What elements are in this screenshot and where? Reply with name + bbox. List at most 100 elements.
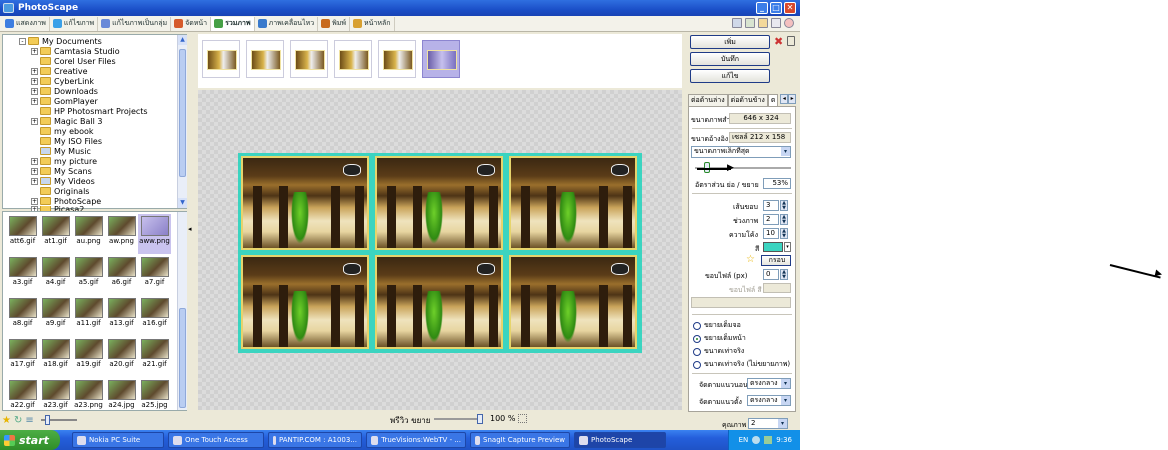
dropdown-arrow-icon[interactable]: ▾ (781, 147, 790, 156)
tab-left-arrow-icon[interactable]: ◂ (780, 94, 789, 104)
edit-button[interactable]: แก้ไข (690, 69, 770, 83)
color-dropdown-arrow-icon[interactable]: ▾ (784, 242, 791, 252)
zoom-slider[interactable] (434, 418, 482, 420)
size-mode-select[interactable]: ขนาดภาพเล็กที่สุด ▾ (691, 146, 791, 158)
strip-thumbnail[interactable] (334, 40, 372, 78)
curve-spinner[interactable]: ▲ ▼ (780, 228, 788, 239)
fit-icon[interactable] (518, 414, 527, 423)
tree-item[interactable]: + My Scans (31, 166, 92, 176)
thumbs-scroll-thumb[interactable] (179, 308, 186, 408)
strip-thumbnail[interactable] (246, 40, 284, 78)
file-thumbnail[interactable]: att6.gif (6, 214, 39, 254)
taskbar-button[interactable]: PhotoScape (574, 432, 666, 448)
gap-input[interactable]: 2 (763, 214, 779, 225)
file-thumbnail[interactable]: a17.gif (6, 337, 39, 377)
tree-item[interactable]: + Creative (31, 66, 88, 76)
file-thumbnail[interactable]: a25.jpg (138, 378, 171, 418)
expand-toggle-icon[interactable]: + (31, 167, 38, 175)
folder-icon[interactable] (758, 18, 768, 28)
file-thumbnail[interactable]: a23.gif (39, 378, 72, 418)
menu-tab-5[interactable]: ภาพเคลื่อนไหว (255, 16, 319, 31)
menu-tab-0[interactable]: แสดงภาพ (2, 16, 50, 31)
add-button[interactable]: เพิ่ม (690, 35, 770, 49)
taskbar-button[interactable]: TrueVisions:WebTV - ... (366, 432, 466, 448)
expand-toggle-icon[interactable]: + (31, 67, 38, 75)
volume-icon[interactable] (752, 436, 761, 444)
file-thumbnail[interactable]: aww.png (138, 214, 171, 254)
thumbs-scrollbar[interactable] (177, 212, 187, 410)
language-indicator[interactable]: EN (739, 436, 749, 444)
tree-item[interactable]: + Downloads (31, 86, 98, 96)
tree-item[interactable]: HP Photosmart Projects (31, 106, 148, 116)
tab-grid[interactable]: ต (767, 94, 779, 106)
scroll-down-arrow-icon[interactable]: ▼ (178, 198, 187, 208)
file-thumbnail[interactable]: a22.gif (6, 378, 39, 418)
taskbar-button[interactable]: Nokia PC Suite (72, 432, 164, 448)
network-icon[interactable] (764, 436, 773, 444)
tree-item[interactable]: + Camtasia Studio (31, 46, 120, 56)
tab-side[interactable]: ต่อด้านข้าง (727, 94, 768, 106)
strip-thumbnail[interactable] (202, 40, 240, 78)
file-thumbnail[interactable]: a3.gif (6, 255, 39, 295)
tree-item[interactable]: Corel User Files (31, 56, 116, 66)
strip-thumbnail[interactable] (422, 40, 460, 78)
tree-item[interactable]: my ebook (31, 126, 94, 136)
menu-tab-3[interactable]: จัดหน้า (171, 16, 212, 31)
dropdown-arrow-icon[interactable]: ▾ (778, 419, 787, 428)
tree-item[interactable]: + GomPlayer (31, 96, 98, 106)
dropdown-arrow-icon[interactable]: ▾ (781, 396, 790, 405)
radio-button[interactable] (693, 321, 701, 330)
minimize-button[interactable]: _ (756, 2, 768, 14)
file-thumbnail[interactable]: a18.gif (39, 337, 72, 377)
horizontal-align-select[interactable]: ตรงกลาง ▾ (747, 378, 791, 389)
file-thumbnail[interactable]: a20.gif (105, 337, 138, 377)
file-thumbnail[interactable]: a23.png (72, 378, 105, 418)
menu-tab-4[interactable]: รวมภาพ (211, 16, 255, 31)
file-thumbnail[interactable]: a16.gif (138, 296, 171, 336)
radio-button[interactable] (693, 347, 701, 356)
scale-option[interactable]: ขยายเต็มจอ (693, 320, 741, 331)
dropdown-arrow-icon[interactable]: ▾ (781, 379, 790, 388)
menu-tab-6[interactable]: พิมพ์ (318, 16, 351, 31)
file-thumbnail[interactable]: a24.jpg (105, 378, 138, 418)
taskbar-button[interactable]: PANTIP.COM : A1003... (268, 432, 362, 448)
tree-item[interactable]: + PhotoScape (31, 196, 101, 206)
file-thumbnail[interactable]: a19.gif (72, 337, 105, 377)
expand-toggle-icon[interactable]: + (31, 117, 38, 125)
file-thumbnail[interactable]: a13.gif (105, 296, 138, 336)
tree-item[interactable]: My ISO Files (31, 136, 102, 146)
file-thumbnail[interactable]: a8.gif (6, 296, 39, 336)
file-thumbnail[interactable]: a5.gif (72, 255, 105, 295)
border-color-swatch[interactable] (763, 242, 783, 252)
help-icon[interactable] (784, 18, 794, 28)
start-button[interactable]: start (0, 430, 60, 450)
close-button[interactable]: ✕ (784, 2, 796, 14)
maximize-button[interactable]: □ (770, 2, 782, 14)
expand-toggle-icon[interactable]: + (31, 157, 38, 165)
zoom-knob[interactable] (477, 414, 483, 424)
file-thumbnail[interactable]: a4.gif (39, 255, 72, 295)
file-thumbnail[interactable]: a7.gif (138, 255, 171, 295)
taskbar-button[interactable]: SnagIt Capture Preview (470, 432, 570, 448)
tree-item[interactable]: Originals (31, 186, 89, 196)
vertical-align-select[interactable]: ตรงกลาง ▾ (747, 395, 791, 406)
file-thumbnail[interactable]: au.png (72, 214, 105, 254)
expand-toggle-icon[interactable]: + (31, 47, 38, 55)
menu-tab-1[interactable]: แก้ไขภาพ (50, 16, 99, 31)
thumb-size-knob[interactable] (44, 415, 50, 425)
trash-icon[interactable] (787, 36, 795, 46)
margin-spinner[interactable]: ▲ ▼ (780, 269, 788, 280)
file-thumbnail[interactable]: a21.gif (138, 337, 171, 377)
menu-tab-2[interactable]: แก้ไขภาพเป็นกลุ่ม (98, 16, 172, 31)
scroll-up-arrow-icon[interactable]: ▲ (178, 35, 187, 45)
file-thumbnail[interactable]: a11.gif (72, 296, 105, 336)
gap-spinner[interactable]: ▲ ▼ (780, 214, 788, 225)
scale-option[interactable]: ขนาดเท่าจริง (ไม่ขยายภาพ) (693, 359, 790, 370)
menu-tab-7[interactable]: หน้าหลัก (350, 16, 395, 31)
frame-button[interactable]: กรอบ (761, 255, 791, 266)
expand-toggle-icon[interactable]: + (31, 77, 38, 85)
expand-toggle-icon[interactable]: + (31, 177, 38, 185)
border-input[interactable]: 3 (763, 200, 779, 211)
margin-input[interactable]: 0 (763, 269, 779, 280)
tree-item[interactable]: + CyberLink (31, 76, 94, 86)
